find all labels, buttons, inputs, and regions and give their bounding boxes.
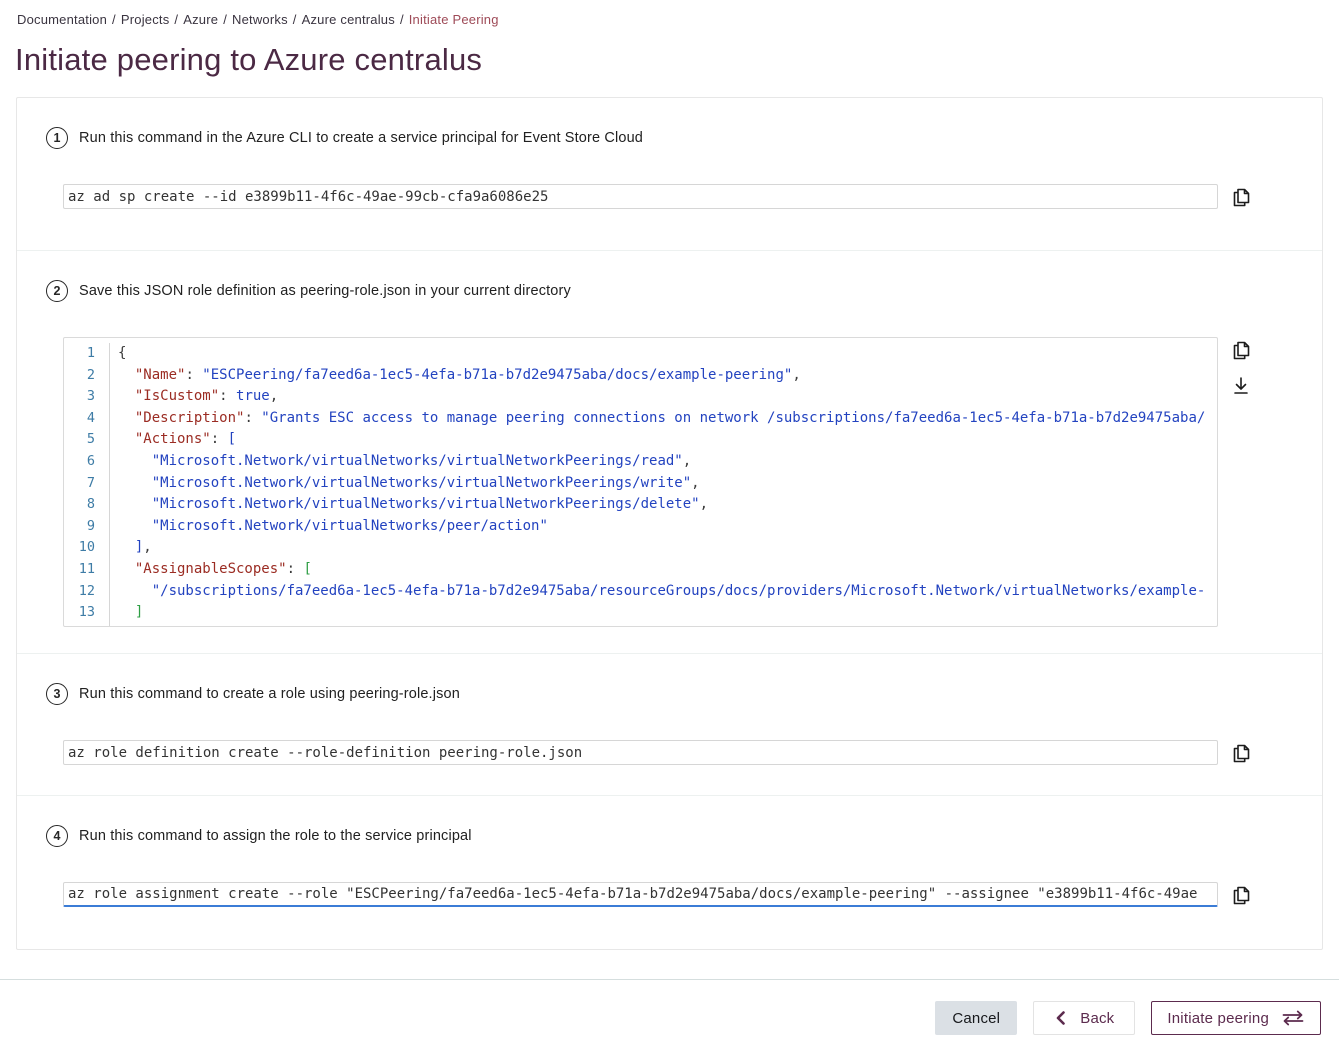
step-1-section: 1 Run this command in the Azure CLI to c… <box>17 98 1322 251</box>
line-number: 14 <box>64 624 110 627</box>
json-role-editor[interactable]: 1{2 "Name": "ESCPeering/fa7eed6a-1ec5-4e… <box>63 337 1218 627</box>
code-line: 8 "Microsoft.Network/virtualNetworks/vir… <box>64 494 1217 516</box>
chevron-left-icon <box>1054 1010 1068 1026</box>
line-content: ] <box>110 602 143 624</box>
code-line: 7 "Microsoft.Network/virtualNetworks/vir… <box>64 473 1217 495</box>
wizard-card: 1 Run this command in the Azure CLI to c… <box>16 97 1323 950</box>
copy-button[interactable] <box>1231 742 1251 764</box>
step-2-section: 2 Save this JSON role definition as peer… <box>17 251 1322 654</box>
initiate-peering-button[interactable]: Initiate peering <box>1151 1001 1321 1035</box>
copy-button[interactable] <box>1231 884 1251 906</box>
line-number: 9 <box>64 516 110 538</box>
code-line: 1{ <box>64 343 1217 365</box>
copy-icon <box>1231 752 1251 767</box>
breadcrumb-separator: / <box>174 12 178 27</box>
step-4-number-badge: 4 <box>46 825 68 847</box>
line-content: "Microsoft.Network/virtualNetworks/virtu… <box>110 451 691 473</box>
breadcrumb-separator: / <box>400 12 404 27</box>
copy-icon <box>1231 349 1251 364</box>
swap-arrows-icon <box>1281 1010 1305 1026</box>
code-line: 6 "Microsoft.Network/virtualNetworks/vir… <box>64 451 1217 473</box>
line-content: "/subscriptions/fa7eed6a-1ec5-4efa-b71a-… <box>110 581 1205 603</box>
code-line: 11 "AssignableScopes": [ <box>64 559 1217 581</box>
step-3-label: Run this command to create a role using … <box>79 686 460 702</box>
footer-actions: Cancel Back Initiate peering <box>0 980 1339 1035</box>
line-content: ], <box>110 537 152 559</box>
code-line: 12 "/subscriptions/fa7eed6a-1ec5-4efa-b7… <box>64 581 1217 603</box>
back-button[interactable]: Back <box>1033 1001 1135 1035</box>
breadcrumb-item-documentation[interactable]: Documentation <box>17 12 107 27</box>
code-line: 5 "Actions": [ <box>64 429 1217 451</box>
breadcrumb-item-azure[interactable]: Azure <box>183 12 218 27</box>
line-number: 13 <box>64 602 110 624</box>
line-content: } <box>110 624 126 627</box>
cancel-button[interactable]: Cancel <box>935 1001 1017 1035</box>
line-content: "Microsoft.Network/virtualNetworks/peer/… <box>110 516 548 538</box>
step-3-number-badge: 3 <box>46 683 68 705</box>
code-line: 10 ], <box>64 537 1217 559</box>
breadcrumb-current: Initiate Peering <box>409 12 499 27</box>
line-number: 1 <box>64 343 110 365</box>
step-4-command-input[interactable] <box>63 882 1218 907</box>
step-1-label: Run this command in the Azure CLI to cre… <box>79 130 643 146</box>
breadcrumb-item-azure-centralus[interactable]: Azure centralus <box>302 12 395 27</box>
line-content: "Actions": [ <box>110 429 236 451</box>
line-number: 10 <box>64 537 110 559</box>
breadcrumb: Documentation / Projects / Azure / Networks / Az… <box>0 0 1339 27</box>
step-2-number-badge: 2 <box>46 280 68 302</box>
code-line: 4 "Description": "Grants ESC access to m… <box>64 408 1217 430</box>
step-1-number-badge: 1 <box>46 127 68 149</box>
code-line: 14} <box>64 624 1217 627</box>
line-content: "Microsoft.Network/virtualNetworks/virtu… <box>110 473 700 495</box>
line-number: 7 <box>64 473 110 495</box>
breadcrumb-item-projects[interactable]: Projects <box>121 12 170 27</box>
page-title: Initiate peering to Azure centralus <box>15 42 1339 78</box>
line-number: 11 <box>64 559 110 581</box>
line-content: "IsCustom": true, <box>110 386 278 408</box>
download-button[interactable] <box>1232 376 1250 396</box>
code-line: 3 "IsCustom": true, <box>64 386 1217 408</box>
breadcrumb-item-networks[interactable]: Networks <box>232 12 288 27</box>
page: Documentation / Projects / Azure / Networks / Az… <box>0 0 1339 1057</box>
step-1-command-input[interactable] <box>63 184 1218 209</box>
step-2-label: Save this JSON role definition as peerin… <box>79 283 571 299</box>
step-3-section: 3 Run this command to create a role usin… <box>17 654 1322 796</box>
download-icon <box>1232 384 1250 399</box>
breadcrumb-separator: / <box>223 12 227 27</box>
initiate-peering-label: Initiate peering <box>1167 1010 1269 1027</box>
line-number: 6 <box>64 451 110 473</box>
code-line: 13 ] <box>64 602 1217 624</box>
line-content: "Microsoft.Network/virtualNetworks/virtu… <box>110 494 708 516</box>
code-line: 2 "Name": "ESCPeering/fa7eed6a-1ec5-4efa… <box>64 365 1217 387</box>
line-content: "Name": "ESCPeering/fa7eed6a-1ec5-4efa-b… <box>110 365 801 387</box>
line-content: "Description": "Grants ESC access to man… <box>110 408 1205 430</box>
line-content: "AssignableScopes": [ <box>110 559 312 581</box>
copy-button[interactable] <box>1231 339 1251 361</box>
line-number: 3 <box>64 386 110 408</box>
breadcrumb-separator: / <box>293 12 297 27</box>
breadcrumb-separator: / <box>112 12 116 27</box>
back-button-label: Back <box>1080 1010 1114 1027</box>
line-number: 4 <box>64 408 110 430</box>
line-number: 5 <box>64 429 110 451</box>
step-3-command-input[interactable] <box>63 740 1218 765</box>
step-4-section: 4 Run this command to assign the role to… <box>17 796 1322 949</box>
line-number: 2 <box>64 365 110 387</box>
copy-icon <box>1231 894 1251 909</box>
line-content: { <box>110 343 126 365</box>
code-line: 9 "Microsoft.Network/virtualNetworks/pee… <box>64 516 1217 538</box>
step-4-label: Run this command to assign the role to t… <box>79 828 472 844</box>
copy-button[interactable] <box>1231 186 1251 208</box>
copy-icon <box>1231 196 1251 211</box>
line-number: 12 <box>64 581 110 603</box>
line-number: 8 <box>64 494 110 516</box>
